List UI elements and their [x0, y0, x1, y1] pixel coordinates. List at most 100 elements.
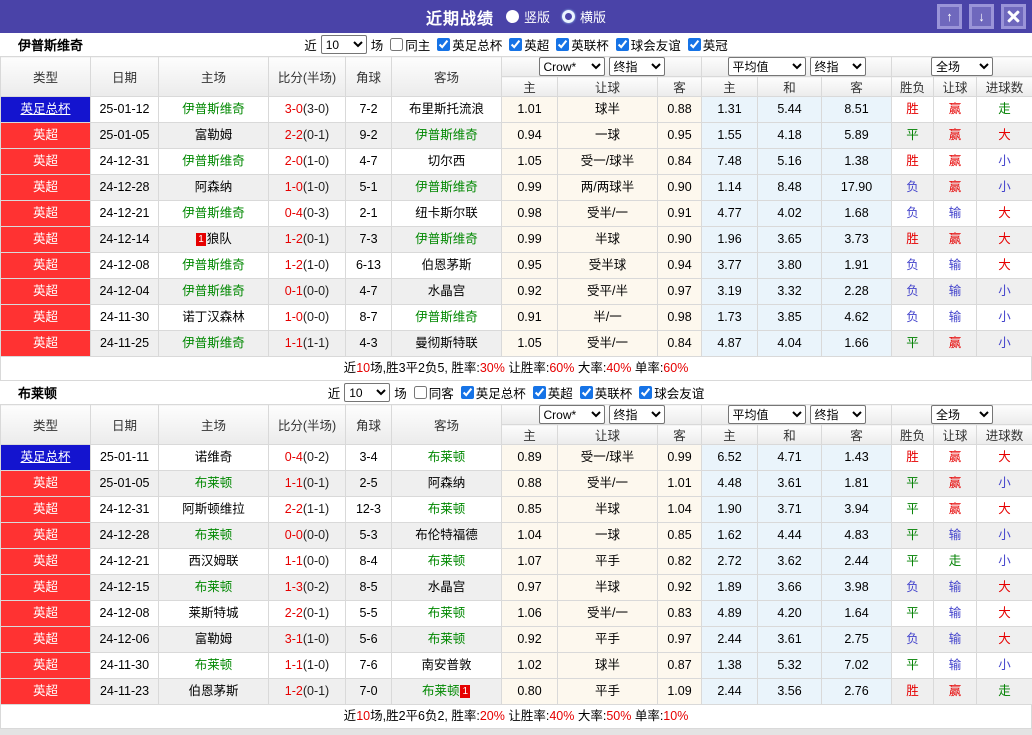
scope-select[interactable]: 全场 — [931, 57, 994, 76]
team-name-text[interactable]: 布莱顿 — [428, 450, 466, 464]
team-name-text[interactable]: 布莱顿 — [428, 606, 466, 620]
league-filter-checkbox[interactable] — [532, 386, 546, 399]
team-name-text[interactable]: 伊普斯维奇 — [182, 284, 245, 298]
team-name-text[interactable]: 南安普敦 — [421, 658, 471, 672]
team-name-text[interactable]: 阿森纳 — [195, 180, 233, 194]
league-type-cell[interactable]: 英超 — [0, 226, 91, 253]
league-type-cell[interactable]: 英超 — [0, 496, 91, 523]
league-type-cell[interactable]: 英超 — [0, 252, 91, 279]
team-name-text[interactable]: 诺维奇 — [195, 450, 233, 464]
team-name-text[interactable]: 布莱顿 — [195, 476, 233, 490]
team-name-text[interactable]: 伊普斯维奇 — [182, 336, 245, 350]
league-type-cell[interactable]: 英超 — [0, 600, 91, 627]
league-filter-checkbox[interactable] — [460, 386, 474, 399]
team-name-text[interactable]: 伯恩茅斯 — [188, 684, 238, 698]
team-name-text[interactable]: 诺丁汉森林 — [182, 310, 245, 324]
avg-stage-select[interactable]: 终指 — [809, 405, 866, 424]
same-venue-checkbox[interactable] — [413, 386, 427, 399]
team-name-text[interactable]: 西汉姆联 — [188, 554, 238, 568]
league-type-cell[interactable]: 英超 — [0, 522, 91, 549]
league-type-cell[interactable]: 英超 — [0, 678, 91, 705]
team-name-text[interactable]: 布里斯托流浪 — [409, 102, 484, 116]
league-type-cell[interactable]: 英超 — [0, 574, 91, 601]
team-name-text[interactable]: 伊普斯维奇 — [182, 154, 245, 168]
league-filter-checkbox[interactable] — [579, 386, 593, 399]
league-filter-checkbox[interactable] — [556, 38, 570, 51]
odds-stage-select[interactable]: 终指 — [608, 405, 665, 424]
league-type-cell[interactable]: 英超 — [0, 304, 91, 331]
league-filter-item[interactable]: 英足总杯 — [430, 35, 502, 54]
team-name-text[interactable]: 伊普斯维奇 — [415, 128, 478, 142]
recent-count-select[interactable]: 10 — [320, 35, 367, 54]
team-name-text[interactable]: 伊普斯维奇 — [182, 258, 245, 272]
avg-stage-select[interactable]: 终指 — [809, 57, 866, 76]
league-type-cell[interactable]: 英超 — [0, 652, 91, 679]
team-name-text[interactable]: 切尔西 — [428, 154, 466, 168]
league-type-cell[interactable]: 英超 — [0, 626, 91, 653]
league-type-cell[interactable]: 英超 — [0, 330, 91, 357]
league-type-cell[interactable]: 英超 — [0, 174, 91, 201]
team-name-text[interactable]: 水晶宫 — [428, 284, 466, 298]
team-name-text[interactable]: 伊普斯维奇 — [415, 310, 478, 324]
scope-select[interactable]: 全场 — [931, 405, 994, 424]
league-filter-item[interactable]: 球会友谊 — [609, 35, 681, 54]
league-type-cell[interactable]: 英足总杯 — [0, 96, 91, 123]
team-name-text[interactable]: 纽卡斯尔联 — [415, 206, 478, 220]
odds-company-select[interactable]: Crow* — [538, 405, 605, 424]
league-type-cell[interactable]: 英超 — [0, 200, 91, 227]
team-name-text[interactable]: 狼队 — [207, 232, 232, 246]
layout-radio-vertical[interactable]: 竖版 — [505, 7, 550, 26]
league-type-cell[interactable]: 英超 — [0, 148, 91, 175]
league-filter-item[interactable]: 英超 — [526, 383, 573, 402]
crow-home-odds-cell: 0.85 — [501, 496, 558, 523]
league-type-cell[interactable]: 英超 — [0, 278, 91, 305]
league-filter-item[interactable]: 英足总杯 — [454, 383, 526, 402]
league-filter-item[interactable]: 球会友谊 — [632, 383, 704, 402]
team-name-text[interactable]: 阿斯顿维拉 — [182, 502, 245, 516]
league-type-cell[interactable]: 英超 — [0, 122, 91, 149]
odds-company-select[interactable]: Crow* — [538, 57, 605, 76]
avg-company-select[interactable]: 平均值 — [727, 57, 806, 76]
league-filter-item[interactable]: 英联杯 — [549, 35, 609, 54]
team-name-text[interactable]: 阿森纳 — [428, 476, 466, 490]
team-name-text[interactable]: 布莱顿 — [195, 580, 233, 594]
odds-stage-select[interactable]: 终指 — [608, 57, 665, 76]
layout-radio-horizontal[interactable]: 横版 — [562, 7, 606, 26]
league-filter-checkbox[interactable] — [615, 38, 629, 51]
team-name-text[interactable]: 伊普斯维奇 — [182, 102, 245, 116]
team-name-text[interactable]: 富勒姆 — [195, 632, 233, 646]
same-venue-filter[interactable]: 同客 — [407, 383, 454, 402]
team-name-text[interactable]: 布莱顿 — [428, 632, 466, 646]
avg-company-select[interactable]: 平均值 — [727, 405, 806, 424]
team-name-text[interactable]: 水晶宫 — [428, 580, 466, 594]
same-venue-filter[interactable]: 同主 — [383, 35, 430, 54]
team-name-text[interactable]: 布莱顿 — [428, 502, 466, 516]
league-filter-checkbox[interactable] — [687, 38, 701, 51]
team-name-text[interactable]: 伊普斯维奇 — [415, 180, 478, 194]
league-filter-item[interactable]: 英联杯 — [573, 383, 632, 402]
league-filter-checkbox[interactable] — [639, 386, 653, 399]
close-button[interactable] — [1001, 4, 1026, 29]
league-filter-item[interactable]: 英超 — [502, 35, 549, 54]
move-down-button[interactable]: ↓ — [969, 4, 994, 29]
team-name-text[interactable]: 富勒姆 — [195, 128, 233, 142]
team-name-text[interactable]: 莱斯特城 — [188, 606, 238, 620]
same-venue-checkbox[interactable] — [390, 38, 404, 51]
league-type-cell[interactable]: 英足总杯 — [0, 444, 91, 471]
recent-count-select[interactable]: 10 — [344, 383, 391, 402]
team-name-text[interactable]: 布莱顿 — [428, 554, 466, 568]
league-type-cell[interactable]: 英超 — [0, 470, 91, 497]
league-filter-checkbox[interactable] — [509, 38, 523, 51]
team-name-text[interactable]: 布莱顿 — [422, 684, 460, 698]
league-filter-item[interactable]: 英冠 — [681, 35, 728, 54]
team-name-text[interactable]: 布莱顿 — [195, 658, 233, 672]
team-name-text[interactable]: 布莱顿 — [195, 528, 233, 542]
team-name-text[interactable]: 伊普斯维奇 — [415, 232, 478, 246]
team-name-text[interactable]: 布伦特福德 — [415, 528, 478, 542]
league-type-cell[interactable]: 英超 — [0, 548, 91, 575]
team-name-text[interactable]: 曼彻斯特联 — [415, 336, 478, 350]
team-name-text[interactable]: 伯恩茅斯 — [421, 258, 471, 272]
league-filter-checkbox[interactable] — [437, 38, 451, 51]
team-name-text[interactable]: 伊普斯维奇 — [182, 206, 245, 220]
move-up-button[interactable]: ↑ — [937, 4, 962, 29]
